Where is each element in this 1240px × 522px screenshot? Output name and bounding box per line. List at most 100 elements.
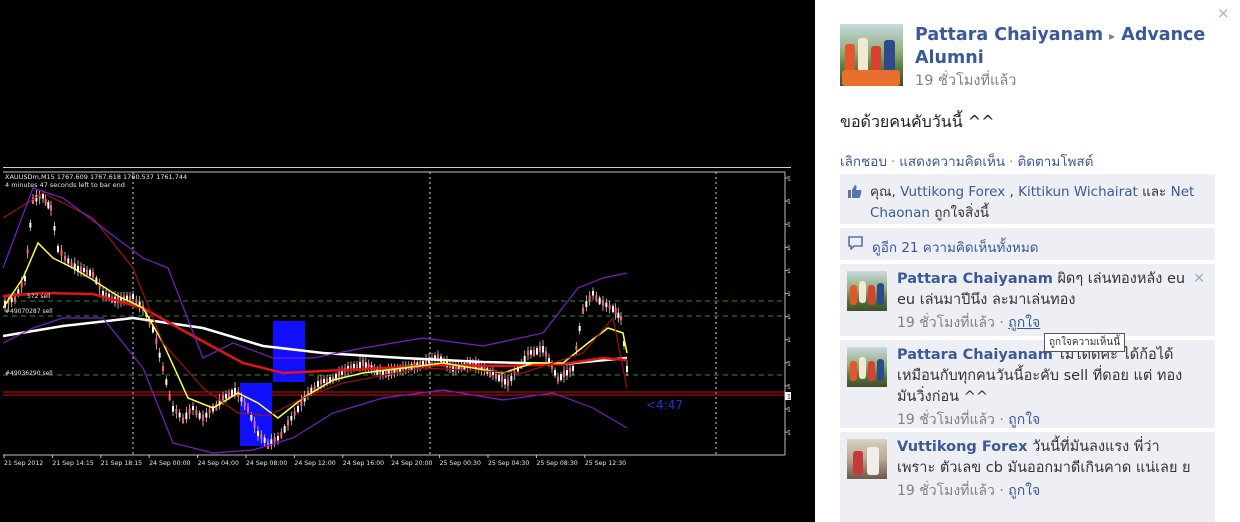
view-all-comments[interactable]: ดูอีก 21 ความคิดเห็นทั้งหมด (840, 228, 1215, 260)
candle-body (452, 366, 454, 372)
post-timestamp[interactable]: 19 ชั่วโมงที่แล้ว (915, 69, 1016, 92)
candle-body (320, 379, 322, 385)
likes-and: และ (1137, 184, 1171, 200)
candle-body (359, 362, 361, 368)
candle-body (608, 304, 611, 310)
comment-like-link[interactable]: ถูกใจ (1008, 483, 1040, 499)
commenter-avatar[interactable] (847, 439, 887, 479)
comment-author-link[interactable]: Pattara Chaiyanam (897, 271, 1053, 287)
price-label: 1779.11 (787, 245, 791, 252)
liker-link[interactable]: Kittikun Wichairat (1018, 184, 1138, 200)
candle-body (598, 297, 601, 305)
candle-body (260, 434, 263, 439)
price-label: 1782.15 (787, 222, 791, 229)
candle-body (263, 437, 266, 443)
candle-body (323, 379, 325, 383)
candle-body (536, 348, 538, 355)
time-label: 21 Sep 18:15 (101, 460, 142, 467)
comment-bubble-icon (848, 236, 863, 250)
candle-body (572, 366, 574, 371)
time-label: 25 Sep 04:30 (488, 460, 529, 467)
candle-body (297, 406, 299, 412)
unlike-link[interactable]: เลิกชอบ (840, 154, 887, 170)
candle-body (129, 295, 131, 302)
candle-body (60, 249, 63, 256)
price-label: 1770.08 (787, 314, 791, 321)
comment-author-link[interactable]: Pattara Chaiyanam (897, 347, 1053, 363)
author-avatar[interactable] (840, 24, 903, 86)
candle-body (578, 326, 581, 331)
likes-text: คุณ, Vuttikong Forex , Kittikun Wichaira… (870, 182, 1210, 224)
time-label: 21 Sep 2012 (4, 460, 43, 467)
time-label: 24 Sep 16:00 (343, 460, 384, 467)
comment-author-link[interactable]: Vuttikong Forex (897, 439, 1027, 455)
candle-body (293, 411, 296, 416)
order-label: 572 sell (27, 293, 51, 300)
bar-countdown: <4:47 (646, 398, 683, 412)
likes-suffix: ถูกใจสิ่งนี้ (929, 205, 990, 221)
candle-body (290, 416, 293, 421)
candle-body (367, 363, 370, 369)
post-author-link[interactable]: Pattara Chaiyanam (915, 25, 1103, 45)
comment-like-link[interactable]: ถูกใจ (1008, 315, 1040, 331)
candle-body (533, 349, 535, 356)
candle-body (132, 294, 134, 299)
time-label: 25 Sep 08:30 (536, 460, 577, 467)
candle-body (495, 373, 497, 379)
separator-dot: · (999, 315, 1004, 331)
candle-body (501, 375, 503, 382)
candle-body (185, 412, 188, 420)
candle-body (557, 376, 559, 382)
photo-viewer[interactable]: XAUUSDm,M15 1767.609 1767.618 1760.537 1… (0, 0, 815, 522)
chart-header: XAUUSDm,M15 1767.609 1767.618 1760.537 1… (5, 173, 187, 181)
time-label: 24 Sep 20:00 (391, 460, 432, 467)
comment-item: Pattara Chaiyanam ไม่ได้ดิค่ะ ได้ก้อได้ … (840, 340, 1215, 428)
candle-body (338, 370, 340, 377)
candle-body (53, 226, 56, 231)
time-label: 25 Sep 12:30 (585, 460, 626, 467)
separator-dot: · (890, 154, 896, 170)
candle-body (44, 198, 47, 205)
price-label: 1760.95 (787, 383, 791, 390)
follow-post-link[interactable]: ติดตามโพสต์ (1017, 154, 1093, 170)
commenter-avatar[interactable] (847, 271, 887, 311)
comment-timestamp[interactable]: 19 ชั่วโมงที่แล้ว (897, 412, 995, 428)
candle-body (14, 296, 16, 302)
comment-timestamp[interactable]: 19 ชั่วโมงที่แล้ว (897, 315, 995, 331)
close-icon[interactable]: × (1217, 4, 1230, 22)
comment-meta: 19 ชั่วโมงที่แล้ว · ถูกใจ (897, 410, 1197, 431)
candle-body (620, 316, 622, 320)
current-price-label: 1761.74 (787, 394, 791, 401)
delete-comment-icon[interactable]: × (1193, 270, 1205, 286)
candle-body (162, 366, 164, 371)
time-label: 24 Sep 12:00 (294, 460, 335, 467)
time-label: 24 Sep 08:00 (246, 460, 287, 467)
comment-link[interactable]: แสดงความคิดเห็น (899, 154, 1005, 170)
candle-body (582, 307, 584, 314)
comment-timestamp[interactable]: 19 ชั่วโมงที่แล้ว (897, 483, 995, 499)
trading-chart: XAUUSDm,M15 1767.609 1767.618 1760.537 1… (3, 167, 791, 473)
view-all-comments-link[interactable]: ดูอีก 21 ความคิดเห็นทั้งหมด (872, 236, 1039, 258)
candle-body (523, 356, 526, 362)
candle-body (605, 302, 608, 308)
candle-body (542, 346, 544, 353)
candle-body (26, 249, 29, 254)
comment-item: Pattara Chaiyanam ผิดๆ เล่นทองหลัง eu eu… (840, 264, 1215, 336)
liker-link[interactable]: Vuttikong Forex (900, 184, 1005, 200)
candle-body (283, 426, 286, 433)
time-label: 21 Sep 14:15 (52, 460, 93, 467)
candle-body (83, 268, 85, 272)
candle-body (92, 271, 94, 278)
candle-body (165, 379, 168, 385)
candle-body (566, 370, 568, 376)
comment-like-link[interactable]: ถูกใจ (1008, 412, 1040, 428)
candle-body (198, 412, 201, 419)
candle-body (64, 256, 66, 260)
commenter-avatar[interactable] (847, 347, 887, 387)
candle-body (507, 379, 509, 386)
candle-body (155, 338, 158, 345)
candle-body (67, 258, 70, 264)
candle-body (195, 409, 198, 415)
chart-countdown-note: 4 minutes 47 seconds left to bar end (5, 181, 125, 189)
candle-body (273, 437, 276, 443)
